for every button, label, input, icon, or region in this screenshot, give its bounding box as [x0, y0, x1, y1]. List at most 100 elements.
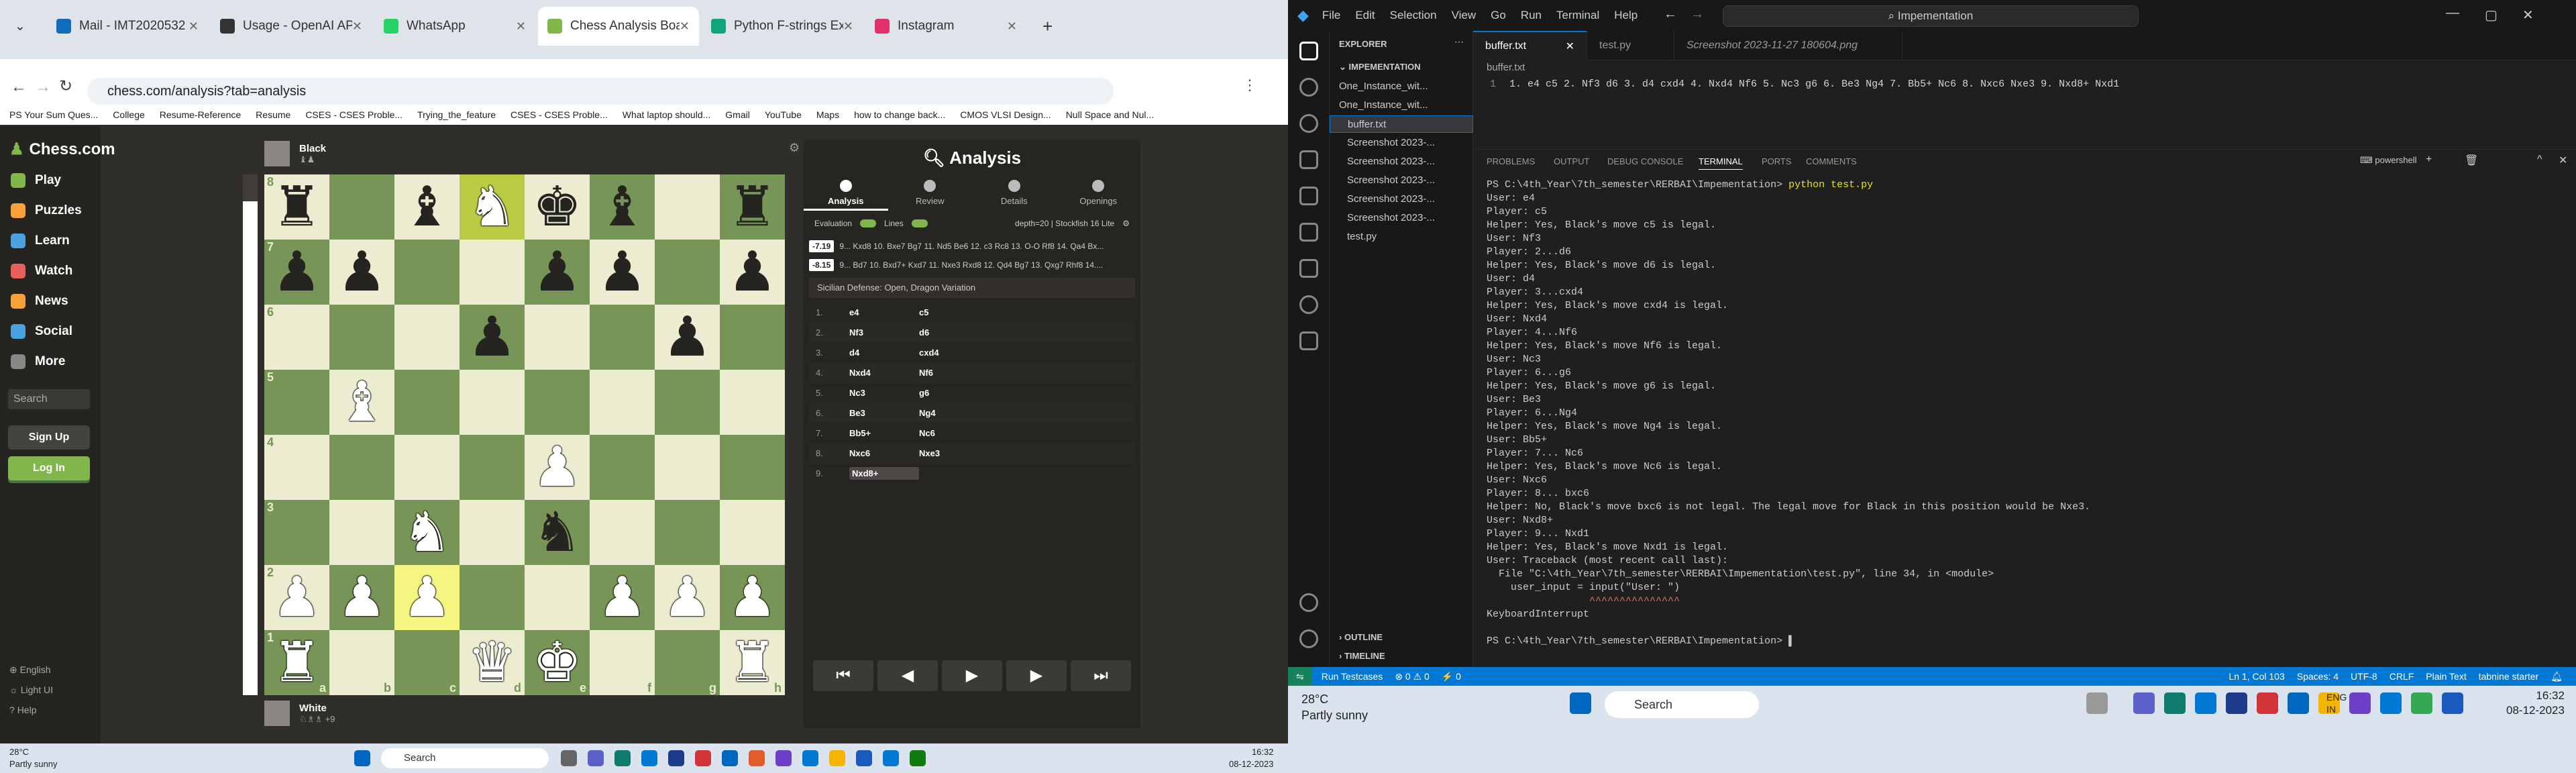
minimize-icon[interactable]: —	[2446, 5, 2459, 21]
bookmark-item[interactable]: CSES - CSES Proble...	[305, 109, 402, 120]
tab-analysis[interactable]: Analysis	[804, 176, 888, 211]
menu-go[interactable]: Go	[1491, 9, 1506, 22]
black-king-icon[interactable]: ♚	[533, 179, 582, 235]
first-move-button[interactable]: ⏮	[813, 660, 873, 691]
bookmark-item[interactable]: YouTube	[765, 109, 802, 120]
board-square-d4[interactable]	[460, 435, 525, 500]
sidebar-search-input[interactable]: Search	[8, 389, 90, 409]
white-move[interactable]: Nxd4	[849, 368, 919, 378]
board-square-h6[interactable]	[720, 305, 785, 370]
board-square-b5[interactable]: ♝	[329, 370, 394, 435]
board-square-f8[interactable]: ♝	[590, 174, 655, 240]
board-square-b2[interactable]: ♟	[329, 565, 394, 630]
taskbar-search[interactable]: Search	[1605, 691, 1759, 718]
board-square-c5[interactable]	[394, 370, 460, 435]
board-square-f5[interactable]	[590, 370, 655, 435]
white-pawn-icon[interactable]: ♟	[272, 570, 322, 625]
board-square-g6[interactable]: ♟	[655, 305, 720, 370]
bookmark-item[interactable]: how to change back...	[854, 109, 945, 120]
board-square-e7[interactable]: ♟	[525, 240, 590, 305]
white-knight-icon[interactable]: ♞	[402, 505, 452, 560]
black-bishop-icon[interactable]: ♝	[402, 179, 452, 235]
file-item[interactable]: buffer.txt	[1330, 115, 1473, 133]
board-square-h3[interactable]	[720, 500, 785, 565]
black-pawn-icon[interactable]: ♟	[728, 244, 777, 300]
board-square-a2[interactable]: 2 ♟	[264, 565, 329, 630]
browser-tab[interactable]: Mail - IMT2020532 Anwit Suh...✕	[47, 7, 208, 46]
menu-view[interactable]: View	[1452, 9, 1477, 22]
board-square-g7[interactable]	[655, 240, 720, 305]
tab-close-icon[interactable]: ✕	[843, 19, 853, 34]
teams-icon[interactable]	[2133, 692, 2155, 714]
sidebar-item-social[interactable]: Social	[11, 324, 72, 339]
bookmark-item[interactable]: Gmail	[725, 109, 750, 120]
panel-tab-ports[interactable]: PORTS	[1762, 156, 1792, 166]
vscode-icon[interactable]	[802, 750, 818, 766]
footer-light-ui[interactable]: ☼ Light UI	[9, 684, 53, 695]
white-rook-icon[interactable]: ♜	[728, 635, 777, 690]
menu-terminal[interactable]: Terminal	[1556, 9, 1599, 22]
board-square-g5[interactable]	[655, 370, 720, 435]
status-item[interactable]: ⚡ 0	[1442, 671, 1461, 682]
outline-section[interactable]: › OUTLINE	[1339, 632, 1383, 642]
file-item[interactable]: Screenshot 2023-...	[1330, 172, 1473, 189]
white-move[interactable]: Nc3	[849, 388, 919, 398]
taskbar-search[interactable]: Search	[381, 748, 549, 768]
tab-close-icon[interactable]: ✕	[1566, 40, 1574, 53]
extensions-icon[interactable]	[1299, 187, 1318, 205]
previous-move-button[interactable]: ◀	[877, 660, 938, 691]
file-item[interactable]: One_Instance_wit...	[1330, 97, 1473, 114]
app-icon[interactable]	[2257, 692, 2278, 714]
next-move-button[interactable]: ▶	[1006, 660, 1067, 691]
command-center[interactable]: ⌕ Impementation	[1723, 5, 2139, 27]
black-move[interactable]: g6	[919, 388, 1000, 398]
board-square-e3[interactable]: ♞	[525, 500, 590, 565]
menu-selection[interactable]: Selection	[1390, 9, 1437, 22]
edge-icon[interactable]	[2164, 692, 2186, 714]
more-actions-icon[interactable]: ⋯	[1454, 36, 1464, 48]
tab-details[interactable]: Details	[972, 176, 1057, 211]
nav-back-icon[interactable]: ←	[1664, 7, 1677, 22]
board-square-c3[interactable]: ♞	[394, 500, 460, 565]
board-square-e8[interactable]: ♚	[525, 174, 590, 240]
board-square-c2[interactable]: ♟	[394, 565, 460, 630]
vscode-icon[interactable]	[2380, 692, 2402, 714]
remote-indicator[interactable]: ⇋	[1288, 667, 1312, 686]
board-square-b1[interactable]: b	[329, 630, 394, 695]
tab-close-icon[interactable]: ✕	[516, 19, 526, 34]
menu-edit[interactable]: Edit	[1355, 9, 1375, 22]
white-rook-icon[interactable]: ♜	[272, 635, 322, 690]
black-pawn-icon[interactable]: ♟	[598, 244, 647, 300]
board-square-f2[interactable]: ♟	[590, 565, 655, 630]
code-line[interactable]: 1 1. e4 c5 2. Nf3 d6 3. d4 cxd4 4. Nxd4 N…	[1473, 75, 2560, 93]
teams-icon[interactable]	[588, 750, 604, 766]
breadcrumb[interactable]: buffer.txt	[1487, 62, 1525, 73]
search-icon[interactable]	[1299, 78, 1318, 97]
app-icon[interactable]	[910, 750, 926, 766]
board-square-a5[interactable]: 5	[264, 370, 329, 435]
footer-help[interactable]: ? Help	[9, 705, 36, 715]
black-move[interactable]: d6	[919, 327, 1000, 338]
play-button[interactable]: ▶	[942, 660, 1002, 691]
close-window-icon[interactable]: ✕	[2522, 7, 2534, 23]
language-indicator[interactable]: ENG IN	[2326, 691, 2347, 715]
maximize-panel-icon[interactable]: ^	[2537, 154, 2542, 166]
sidebar-item-more[interactable]: More	[11, 354, 65, 369]
white-move[interactable]: Nf3	[849, 327, 919, 338]
editor-tab[interactable]: Screenshot 2023-11-27 180604.png	[1674, 31, 1902, 60]
tab-review[interactable]: Review	[888, 176, 973, 211]
board-square-b3[interactable]	[329, 500, 394, 565]
bookmark-item[interactable]: What laptop should...	[623, 109, 711, 120]
status-item[interactable]: Ln 1, Col 103	[2229, 671, 2284, 682]
white-move[interactable]: Nxd8+	[849, 466, 919, 480]
explorer-icon[interactable]	[1299, 42, 1318, 60]
white-king-icon[interactable]: ♚	[533, 635, 582, 690]
footer-language[interactable]: ⊕ English	[9, 664, 51, 676]
black-rook-icon[interactable]: ♜	[728, 179, 777, 235]
board-square-f6[interactable]	[590, 305, 655, 370]
white-pawn-icon[interactable]: ♟	[663, 570, 712, 625]
app-icon[interactable]	[2086, 692, 2108, 714]
board-square-d3[interactable]	[460, 500, 525, 565]
white-pawn-icon[interactable]: ♟	[402, 570, 452, 625]
weather-widget[interactable]: 28°C Partly sunny	[9, 746, 58, 770]
